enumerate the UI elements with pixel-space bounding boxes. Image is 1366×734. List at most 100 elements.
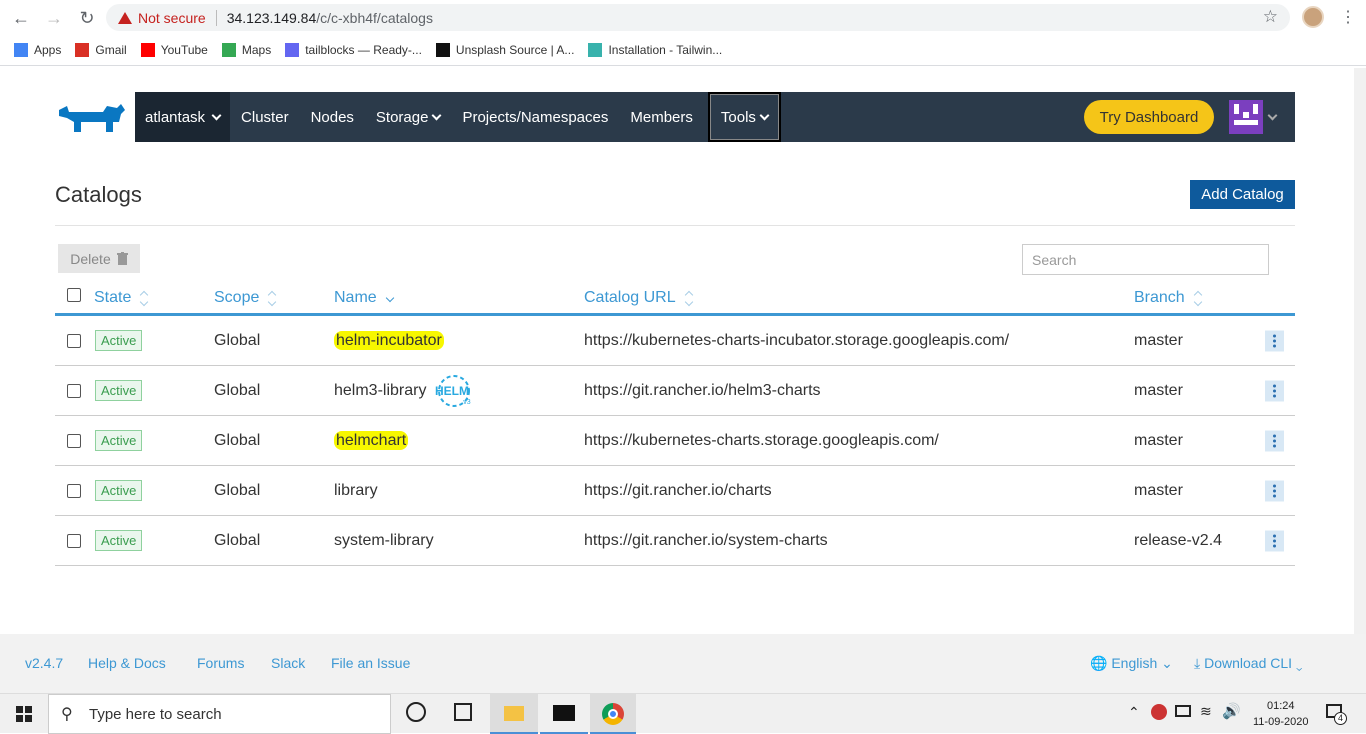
profile-avatar[interactable] — [1302, 6, 1324, 28]
task-view-icon[interactable] — [454, 703, 472, 721]
try-dashboard-button[interactable]: Try Dashboard — [1084, 100, 1214, 134]
bookmark-item[interactable]: Installation - Tailwin... — [588, 43, 722, 57]
branch-cell: master — [1134, 431, 1183, 449]
forums-link[interactable]: Forums — [197, 655, 244, 671]
file-issue-link[interactable]: File an Issue — [331, 655, 410, 671]
table-row: Active Global helmchart https://kubernetes-… — [55, 416, 1295, 466]
row-actions-kebab-icon[interactable] — [1265, 380, 1284, 401]
version-link[interactable]: v2.4.7 — [25, 655, 63, 671]
terminal-icon[interactable] — [540, 694, 588, 734]
security-warning[interactable]: Not secure — [118, 10, 206, 26]
bookmark-item[interactable]: Gmail — [75, 43, 127, 57]
delete-button[interactable]: Delete — [58, 244, 140, 273]
notification-count: 4 — [1334, 712, 1347, 725]
help-docs-link[interactable]: Help & Docs — [88, 655, 166, 671]
cortana-icon[interactable] — [406, 702, 426, 722]
page-scrollbar[interactable] — [1354, 68, 1366, 693]
bookmarks-bar: Apps Gmail YouTube Maps tailblocks — Ready-.… — [0, 35, 1366, 66]
address-bar[interactable]: Not secure 34.123.149.84/c/c-xbh4f/catal… — [106, 4, 1290, 31]
bookmark-item[interactable]: Unsplash Source | A... — [435, 43, 574, 57]
forward-arrow-icon[interactable]: → — [43, 7, 65, 29]
reload-icon[interactable]: ↻ — [76, 7, 98, 29]
row-actions-kebab-icon[interactable] — [1265, 430, 1284, 451]
nav-nodes[interactable]: Nodes — [300, 92, 365, 142]
taskbar-search[interactable]: ⚲ Type here to search — [48, 694, 391, 734]
row-actions-kebab-icon[interactable] — [1265, 530, 1284, 551]
user-menu-chevron-icon[interactable] — [1267, 110, 1278, 121]
battery-icon[interactable] — [1175, 705, 1191, 717]
windows-start-icon[interactable] — [16, 706, 32, 722]
chrome-icon[interactable] — [590, 694, 636, 734]
back-arrow-icon[interactable]: ← — [10, 7, 32, 29]
nav-cluster[interactable]: Cluster — [230, 92, 300, 142]
header-scope[interactable]: Scope — [214, 289, 277, 307]
branch-cell: master — [1134, 331, 1183, 349]
bookmark-item[interactable]: Maps — [221, 43, 271, 57]
table-row: Active Global helm3-library HELM v3 https://g… — [55, 366, 1295, 416]
name-cell: helm3-library HELM v3 — [334, 374, 474, 408]
chevron-down-icon — [432, 110, 442, 120]
bookmark-item[interactable]: Apps — [14, 43, 61, 57]
download-cli-link[interactable]: ⤓ Download CLI ⌄ — [1194, 655, 1303, 672]
cluster-selector[interactable]: atlantask — [135, 92, 231, 142]
rancher-logo[interactable] — [55, 92, 135, 142]
url-host: 34.123.149.84 — [226, 9, 317, 26]
divider — [55, 225, 1295, 226]
row-actions-kebab-icon[interactable] — [1265, 330, 1284, 351]
catalog-name-link[interactable]: helm-incubator — [334, 330, 444, 350]
bookmark-label: Installation - Tailwin... — [608, 43, 723, 57]
branch-cell: release-v2.4 — [1134, 531, 1223, 549]
select-all-checkbox[interactable] — [67, 288, 81, 302]
nav-tools[interactable]: Tools — [707, 92, 781, 142]
catalog-name-link[interactable]: helm3-library — [334, 382, 426, 399]
volume-icon[interactable]: 🔊 — [1222, 702, 1241, 720]
unsplash-icon — [435, 43, 450, 57]
row-checkbox[interactable] — [67, 483, 81, 498]
tailwind-icon — [588, 43, 603, 57]
nav-storage[interactable]: Storage — [365, 92, 452, 142]
scope-cell: Global — [214, 531, 261, 549]
taskbar-clock[interactable]: 01:24 11-09-2020 — [1253, 698, 1308, 730]
sort-descending-icon — [385, 293, 394, 303]
row-checkbox[interactable] — [67, 383, 81, 398]
header-catalog-url[interactable]: Catalog URL — [584, 289, 693, 307]
bookmark-item[interactable]: tailblocks — Ready-... — [285, 43, 422, 57]
status-badge: Active — [95, 429, 143, 451]
catalog-name-link[interactable]: library — [334, 482, 378, 499]
onedrive-error-icon[interactable] — [1151, 704, 1167, 720]
page-title: Catalogs — [55, 182, 142, 207]
catalog-name-link[interactable]: helmchart — [334, 430, 409, 450]
search-input[interactable] — [1022, 244, 1269, 275]
branch-cell: master — [1134, 481, 1183, 499]
name-cell: helmchart — [334, 430, 409, 450]
row-actions-kebab-icon[interactable] — [1265, 480, 1284, 501]
download-label: Download CLI — [1204, 655, 1293, 671]
header-branch[interactable]: Branch — [1134, 289, 1202, 307]
nav-label: Nodes — [310, 108, 354, 126]
bookmark-star-icon[interactable]: ☆ — [1263, 7, 1278, 27]
browser-menu-icon[interactable]: ⋮ — [1340, 7, 1356, 27]
row-checkbox[interactable] — [67, 533, 81, 548]
nav-members[interactable]: Members — [619, 92, 704, 142]
sort-icon — [268, 290, 277, 306]
row-checkbox[interactable] — [67, 433, 81, 448]
user-avatar[interactable] — [1229, 100, 1263, 134]
file-explorer-icon[interactable] — [490, 694, 538, 734]
header-state[interactable]: State — [94, 289, 149, 307]
chevron-down-icon — [211, 110, 222, 120]
security-label: Not secure — [138, 9, 206, 26]
catalog-name-link[interactable]: system-library — [334, 532, 434, 549]
table-row: Active Global system-library https://git.ra… — [55, 516, 1295, 566]
nav-projects[interactable]: Projects/Namespaces — [451, 92, 619, 142]
top-navigation: atlantask Cluster Nodes Storage Projects… — [55, 92, 1295, 142]
url-cell: https://kubernetes-charts-incubator.stor… — [584, 331, 1010, 349]
row-checkbox[interactable] — [67, 333, 81, 348]
add-catalog-button[interactable]: Add Catalog — [1190, 180, 1295, 209]
header-name[interactable]: Name — [334, 289, 394, 307]
chevron-up-icon[interactable]: ⌃ — [1128, 704, 1140, 721]
bookmark-item[interactable]: YouTube — [140, 43, 208, 57]
slack-link[interactable]: Slack — [271, 655, 305, 671]
helm-v3-logo-icon: HELMv3 — [435, 374, 471, 407]
wifi-icon[interactable]: ≋ — [1200, 703, 1212, 720]
language-selector[interactable]: 🌐 English ⌄ — [1090, 655, 1173, 672]
